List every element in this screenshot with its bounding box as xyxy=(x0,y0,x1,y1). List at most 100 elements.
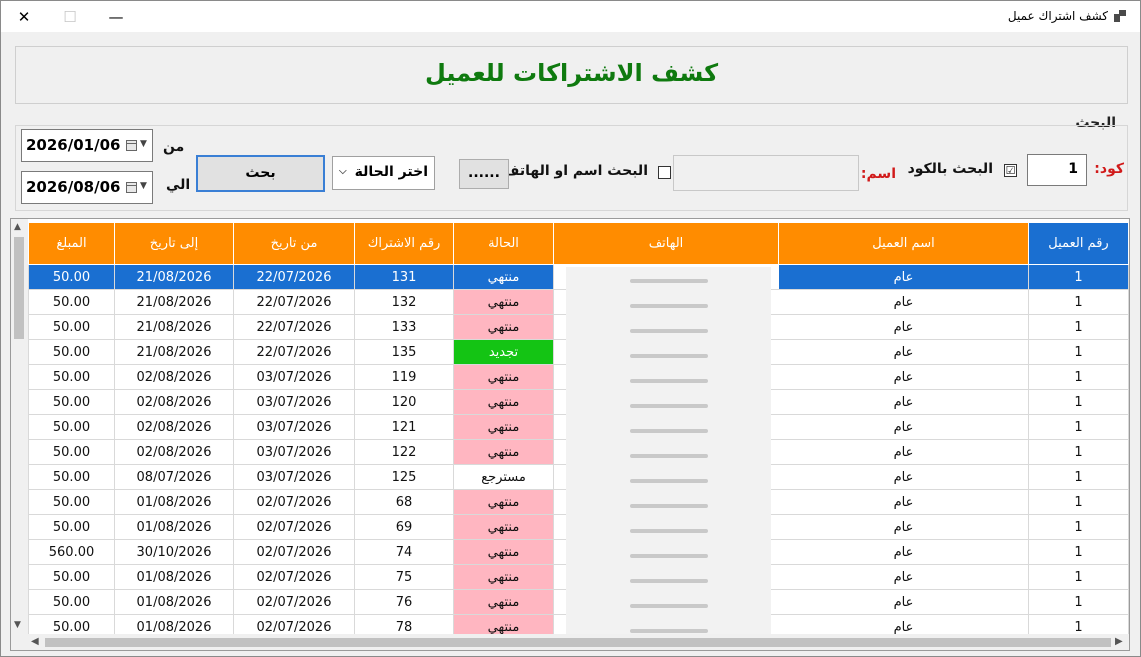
cell-amount[interactable]: 50.00 xyxy=(28,289,115,315)
calendar-icon[interactable] xyxy=(126,182,137,193)
cell-status[interactable]: منتهي xyxy=(453,389,554,415)
cell-customer-name[interactable]: عام xyxy=(778,339,1029,365)
cell-subscription-no[interactable]: 75 xyxy=(354,564,454,590)
cell-to-date[interactable]: 21/08/2026 xyxy=(114,264,234,290)
table-row[interactable]: 50.00 02/08/2026 03/07/2026 119 منتهي عام 1 xyxy=(28,364,1129,390)
cell-customer-no[interactable]: 1 xyxy=(1028,564,1129,590)
table-row[interactable]: 50.00 01/08/2026 02/07/2026 69 منتهي عام 1 xyxy=(28,514,1129,540)
cell-status[interactable]: منتهي xyxy=(453,564,554,590)
cell-customer-no[interactable]: 1 xyxy=(1028,414,1129,440)
cell-status[interactable]: منتهي xyxy=(453,289,554,315)
horizontal-scrollbar[interactable]: ◀ ▶ xyxy=(11,634,1129,650)
cell-status[interactable]: منتهي xyxy=(453,514,554,540)
table-row[interactable]: 50.00 01/08/2026 02/07/2026 75 منتهي عام 1 xyxy=(28,564,1129,590)
column-header-phone[interactable]: الهاتف xyxy=(553,222,779,265)
cell-customer-no[interactable]: 1 xyxy=(1028,489,1129,515)
cell-subscription-no[interactable]: 122 xyxy=(354,439,454,465)
cell-subscription-no[interactable]: 76 xyxy=(354,589,454,615)
cell-status[interactable]: منتهي xyxy=(453,439,554,465)
cell-amount[interactable]: 50.00 xyxy=(28,589,115,615)
column-header-from-date[interactable]: من تاريخ xyxy=(233,222,355,265)
cell-amount[interactable]: 50.00 xyxy=(28,364,115,390)
cell-subscription-no[interactable]: 132 xyxy=(354,289,454,315)
cell-from-date[interactable]: 02/07/2026 xyxy=(233,514,355,540)
cell-phone[interactable] xyxy=(553,489,779,515)
from-date-picker[interactable]: 2026/01/06 ▼ xyxy=(21,129,153,162)
cell-phone[interactable] xyxy=(553,314,779,340)
cell-to-date[interactable]: 02/08/2026 xyxy=(114,414,234,440)
cell-customer-no[interactable]: 1 xyxy=(1028,439,1129,465)
cell-status[interactable]: منتهي xyxy=(453,314,554,340)
cell-customer-name[interactable]: عام xyxy=(778,264,1029,290)
cell-customer-name[interactable]: عام xyxy=(778,414,1029,440)
code-input[interactable]: 1 xyxy=(1027,154,1087,186)
cell-phone[interactable] xyxy=(553,564,779,590)
cell-to-date[interactable]: 21/08/2026 xyxy=(114,339,234,365)
scroll-up-icon[interactable]: ▲ xyxy=(14,222,21,232)
cell-to-date[interactable]: 02/08/2026 xyxy=(114,389,234,415)
cell-customer-name[interactable]: عام xyxy=(778,314,1029,340)
cell-amount[interactable]: 50.00 xyxy=(28,564,115,590)
cell-subscription-no[interactable]: 131 xyxy=(354,264,454,290)
cell-to-date[interactable]: 01/08/2026 xyxy=(114,564,234,590)
cell-subscription-no[interactable]: 74 xyxy=(354,539,454,565)
cell-phone[interactable] xyxy=(553,589,779,615)
scroll-down-icon[interactable]: ▼ xyxy=(14,620,21,630)
chevron-down-icon[interactable]: ▼ xyxy=(140,139,147,149)
horizontal-scroll-thumb[interactable] xyxy=(45,638,1111,647)
table-row[interactable]: 50.00 01/08/2026 02/07/2026 68 منتهي عام 1 xyxy=(28,489,1129,515)
cell-subscription-no[interactable]: 119 xyxy=(354,364,454,390)
table-row[interactable]: 50.00 21/08/2026 22/07/2026 133 منتهي عام 1 xyxy=(28,314,1129,340)
cell-amount[interactable]: 50.00 xyxy=(28,264,115,290)
cell-from-date[interactable]: 03/07/2026 xyxy=(233,464,355,490)
to-date-picker[interactable]: 2026/08/06 ▼ xyxy=(21,171,153,204)
cell-to-date[interactable]: 08/07/2026 xyxy=(114,464,234,490)
cell-amount[interactable]: 50.00 xyxy=(28,439,115,465)
cell-amount[interactable]: 50.00 xyxy=(28,464,115,490)
cell-to-date[interactable]: 01/08/2026 xyxy=(114,514,234,540)
cell-phone[interactable] xyxy=(553,364,779,390)
table-row[interactable]: 50.00 21/08/2026 22/07/2026 132 منتهي عام 1 xyxy=(28,289,1129,315)
cell-amount[interactable]: 560.00 xyxy=(28,539,115,565)
close-icon[interactable]: ✕ xyxy=(1,1,47,32)
cell-customer-name[interactable]: عام xyxy=(778,489,1029,515)
maximize-icon[interactable]: ☐ xyxy=(47,1,93,32)
browse-button[interactable]: ...... xyxy=(459,159,509,189)
cell-from-date[interactable]: 03/07/2026 xyxy=(233,414,355,440)
cell-customer-name[interactable]: عام xyxy=(778,514,1029,540)
cell-from-date[interactable]: 02/07/2026 xyxy=(233,489,355,515)
cell-amount[interactable]: 50.00 xyxy=(28,414,115,440)
cell-to-date[interactable]: 21/08/2026 xyxy=(114,289,234,315)
cell-status[interactable]: منتهي xyxy=(453,489,554,515)
cell-phone[interactable] xyxy=(553,464,779,490)
cell-customer-name[interactable]: عام xyxy=(778,539,1029,565)
cell-to-date[interactable]: 02/08/2026 xyxy=(114,364,234,390)
cell-amount[interactable]: 50.00 xyxy=(28,339,115,365)
column-header-customer-no[interactable]: رقم العميل xyxy=(1028,222,1129,265)
cell-to-date[interactable]: 21/08/2026 xyxy=(114,314,234,340)
cell-amount[interactable]: 50.00 xyxy=(28,314,115,340)
cell-to-date[interactable]: 02/08/2026 xyxy=(114,439,234,465)
cell-customer-no[interactable]: 1 xyxy=(1028,389,1129,415)
cell-customer-no[interactable]: 1 xyxy=(1028,314,1129,340)
cell-customer-no[interactable]: 1 xyxy=(1028,364,1129,390)
vertical-scroll-thumb[interactable] xyxy=(14,237,24,339)
cell-subscription-no[interactable]: 125 xyxy=(354,464,454,490)
cell-customer-no[interactable]: 1 xyxy=(1028,514,1129,540)
cell-from-date[interactable]: 02/07/2026 xyxy=(233,539,355,565)
table-row[interactable]: 50.00 21/08/2026 22/07/2026 131 منتهي عام 1 xyxy=(28,264,1129,290)
table-row[interactable]: 50.00 08/07/2026 03/07/2026 125 مسترجع عام 1 xyxy=(28,464,1129,490)
cell-customer-no[interactable]: 1 xyxy=(1028,539,1129,565)
cell-customer-name[interactable]: عام xyxy=(778,589,1029,615)
cell-subscription-no[interactable]: 121 xyxy=(354,414,454,440)
cell-from-date[interactable]: 22/07/2026 xyxy=(233,264,355,290)
cell-from-date[interactable]: 03/07/2026 xyxy=(233,364,355,390)
cell-from-date[interactable]: 03/07/2026 xyxy=(233,439,355,465)
cell-subscription-no[interactable]: 120 xyxy=(354,389,454,415)
column-header-amount[interactable]: المبلغ xyxy=(28,222,115,265)
status-select[interactable]: اختر الحالة ⌵ xyxy=(332,156,435,190)
column-header-customer-name[interactable]: اسم العميل xyxy=(778,222,1029,265)
column-header-status[interactable]: الحالة xyxy=(453,222,554,265)
vertical-scrollbar[interactable]: ▲ ▼ xyxy=(11,219,28,634)
cell-to-date[interactable]: 30/10/2026 xyxy=(114,539,234,565)
